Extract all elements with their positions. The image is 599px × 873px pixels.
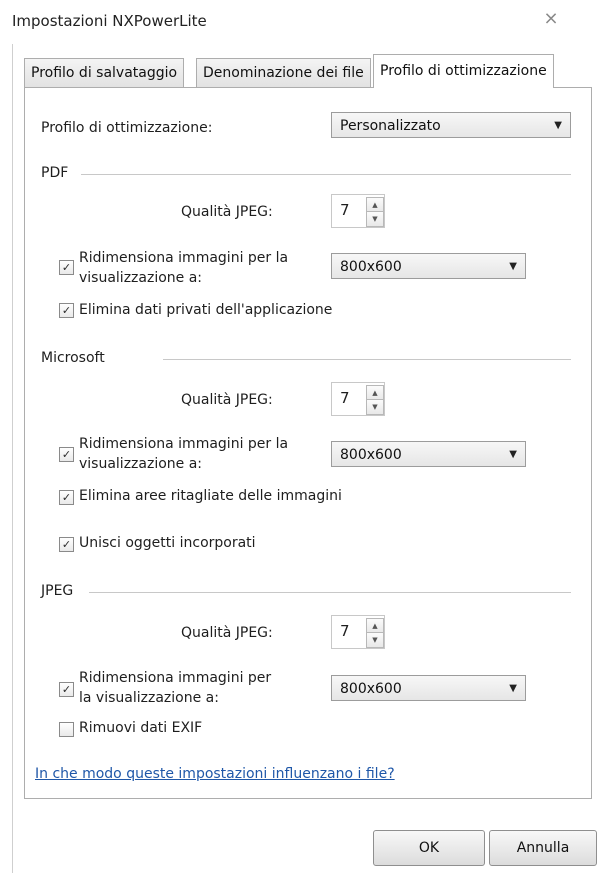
- jpeg-resize-label: Ridimensiona immagini per la visualizzaz…: [79, 670, 272, 706]
- ok-button[interactable]: OK: [373, 830, 485, 866]
- jpeg-exif-label: Rimuovi dati EXIF: [79, 720, 203, 736]
- microsoft-merge-label: Unisci oggetti incorporati: [79, 535, 256, 551]
- help-link[interactable]: In che modo queste impostazioni influenz…: [35, 766, 395, 782]
- tab-profilo-di-ottimizzazione[interactable]: Profilo di ottimizzazione: [373, 54, 554, 88]
- pdf-resize-label: Ridimensiona immagini per la visualizzaz…: [79, 250, 289, 286]
- window-border: [12, 44, 13, 873]
- pdf-resize-checkbox[interactable]: ✓: [59, 260, 74, 275]
- jpeg-section-title: JPEG: [41, 583, 74, 599]
- jpeg-resize-value: 800x600: [340, 681, 402, 697]
- jpeg-exif-checkbox[interactable]: [59, 722, 74, 737]
- tab-denominazione-dei-file[interactable]: Denominazione dei file: [196, 58, 371, 87]
- chevron-down-icon: ▼: [554, 120, 562, 131]
- jpeg-jpeg-quality-value: 7: [340, 622, 350, 640]
- profile-label: Profilo di ottimizzazione:: [41, 120, 213, 136]
- microsoft-section-title: Microsoft: [41, 350, 105, 366]
- spin-down-icon[interactable]: ▼: [366, 399, 384, 415]
- pdf-jpeg-quality-value: 7: [340, 201, 350, 219]
- pdf-private-data-label: Elimina dati privati dell'applicazione: [79, 302, 333, 318]
- microsoft-jpeg-quality-label: Qualità JPEG:: [181, 392, 273, 408]
- microsoft-jpeg-quality-spinner[interactable]: 7 ▲ ▼: [331, 382, 385, 416]
- microsoft-crop-checkbox[interactable]: ✓: [59, 490, 74, 505]
- jpeg-jpeg-quality-spinner[interactable]: 7 ▲ ▼: [331, 615, 385, 649]
- jpeg-separator: [89, 592, 571, 593]
- chevron-down-icon: ▼: [509, 449, 517, 460]
- jpeg-resize-dropdown[interactable]: 800x600 ▼: [331, 675, 526, 701]
- microsoft-separator: [163, 359, 571, 360]
- tab-profilo-di-salvataggio[interactable]: Profilo di salvataggio: [24, 58, 185, 87]
- pdf-private-data-checkbox[interactable]: ✓: [59, 303, 74, 318]
- chevron-down-icon: ▼: [509, 683, 517, 694]
- jpeg-resize-checkbox[interactable]: ✓: [59, 682, 74, 697]
- profile-dropdown-value: Personalizzato: [340, 118, 441, 134]
- pdf-jpeg-quality-label: Qualità JPEG:: [181, 204, 273, 220]
- microsoft-resize-checkbox[interactable]: ✓: [59, 447, 74, 462]
- microsoft-merge-checkbox[interactable]: ✓: [59, 537, 74, 552]
- profile-dropdown[interactable]: Personalizzato ▼: [331, 112, 571, 138]
- microsoft-crop-label: Elimina aree ritagliate delle immagini: [79, 488, 342, 504]
- jpeg-jpeg-quality-label: Qualità JPEG:: [181, 625, 273, 641]
- pdf-separator: [81, 174, 571, 175]
- pdf-section-title: PDF: [41, 165, 69, 181]
- spin-down-icon[interactable]: ▼: [366, 211, 384, 227]
- close-icon[interactable]: ⨯: [536, 5, 566, 33]
- pdf-resize-value: 800x600: [340, 259, 402, 275]
- pdf-jpeg-quality-spinner[interactable]: 7 ▲ ▼: [331, 194, 385, 228]
- window-title: Impostazioni NXPowerLite: [12, 12, 207, 30]
- tab-panel: Profilo di ottimizzazione: Personalizzat…: [24, 87, 592, 799]
- chevron-down-icon: ▼: [509, 261, 517, 272]
- cancel-button[interactable]: Annulla: [489, 830, 597, 866]
- microsoft-resize-dropdown[interactable]: 800x600 ▼: [331, 441, 526, 467]
- title-bar: Impostazioni NXPowerLite ⨯: [0, 0, 599, 42]
- microsoft-resize-value: 800x600: [340, 447, 402, 463]
- spin-down-icon[interactable]: ▼: [366, 632, 384, 648]
- microsoft-resize-label: Ridimensiona immagini per la visualizzaz…: [79, 436, 289, 472]
- microsoft-jpeg-quality-value: 7: [340, 389, 350, 407]
- pdf-resize-dropdown[interactable]: 800x600 ▼: [331, 253, 526, 279]
